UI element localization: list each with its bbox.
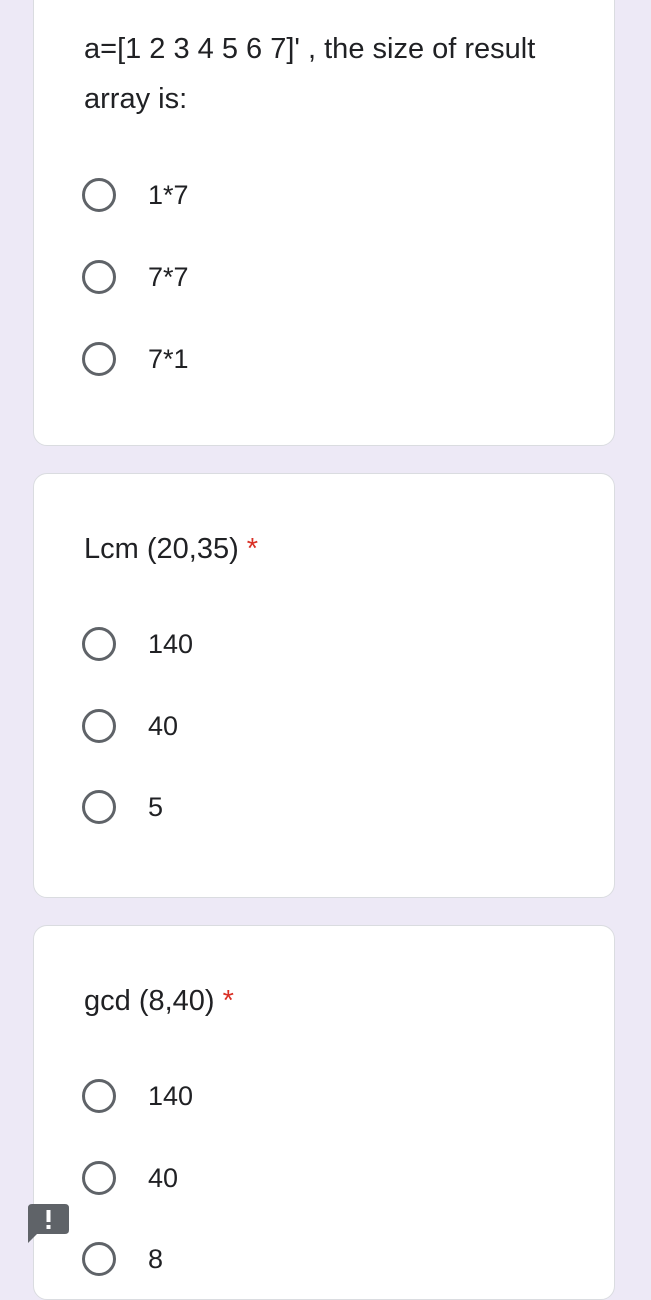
radio-option-7x7[interactable]: 7*7 xyxy=(82,255,189,299)
radio-button[interactable] xyxy=(82,627,116,661)
radio-option-8[interactable]: 8 xyxy=(82,1237,163,1281)
option-label: 7*1 xyxy=(148,343,189,374)
option-label: 7*7 xyxy=(148,261,189,292)
radio-option-5[interactable]: 5 xyxy=(82,785,163,829)
option-label: 8 xyxy=(148,1243,164,1274)
radio-button[interactable] xyxy=(82,790,116,824)
question-title-text: a=[1 2 3 4 5 6 7]' , the size of result … xyxy=(84,33,536,115)
question-title: Lcm (20,35) * xyxy=(84,524,554,574)
question-title: gcd (8,40) * xyxy=(84,976,554,1026)
radio-option-140[interactable]: 140 xyxy=(82,1074,193,1118)
radio-option-140[interactable]: 140 xyxy=(82,622,193,666)
radio-button[interactable] xyxy=(82,260,116,294)
option-label: 5 xyxy=(148,791,164,822)
question-title: a=[1 2 3 4 5 6 7]' , the size of result … xyxy=(84,24,554,124)
radio-option-40[interactable]: 40 xyxy=(82,1156,178,1200)
radio-button[interactable] xyxy=(82,178,116,212)
radio-button[interactable] xyxy=(82,1161,116,1195)
question-card: a=[1 2 3 4 5 6 7]' , the size of result … xyxy=(33,0,615,446)
required-asterisk: * xyxy=(246,533,259,565)
radio-button[interactable] xyxy=(82,1079,116,1113)
option-label: 140 xyxy=(148,628,194,659)
radio-button[interactable] xyxy=(82,709,116,743)
required-asterisk: * xyxy=(222,985,234,1017)
exclamation-feedback-icon xyxy=(28,1204,69,1243)
feedback-button[interactable] xyxy=(27,1203,70,1244)
radio-option-1x7[interactable]: 1*7 xyxy=(82,173,189,217)
question-card: gcd (8,40) * 140 40 8 xyxy=(33,925,615,1300)
option-label: 140 xyxy=(148,1080,194,1111)
option-label: 1*7 xyxy=(148,179,189,210)
radio-option-40[interactable]: 40 xyxy=(82,704,178,748)
radio-button[interactable] xyxy=(82,342,116,376)
option-label: 40 xyxy=(148,710,179,741)
question-title-text: Lcm (20,35) xyxy=(84,533,239,565)
question-card: Lcm (20,35) * 140 40 5 xyxy=(33,473,615,898)
question-title-text: gcd (8,40) xyxy=(84,985,215,1017)
radio-option-7x1[interactable]: 7*1 xyxy=(82,337,189,381)
radio-button[interactable] xyxy=(82,1242,116,1276)
option-label: 40 xyxy=(148,1162,179,1193)
